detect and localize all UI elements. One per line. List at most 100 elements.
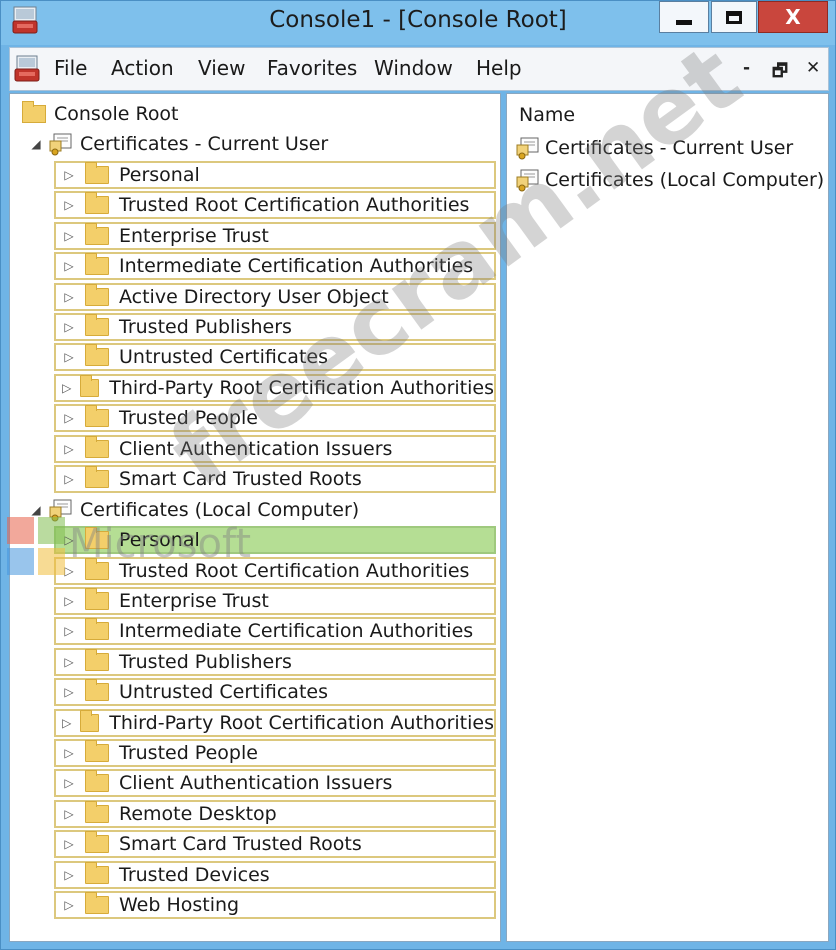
expand-arrow-icon[interactable]: ▷: [59, 716, 74, 730]
expand-arrow-icon[interactable]: ▷: [59, 594, 79, 608]
folder-icon: [85, 649, 109, 671]
menu-view[interactable]: View: [198, 56, 245, 80]
tree-node-lc-intermediate[interactable]: ▷ Intermediate Certification Authorities: [54, 617, 496, 645]
expand-arrow-icon[interactable]: ▷: [59, 168, 79, 182]
expand-arrow-icon[interactable]: ▷: [59, 320, 79, 334]
maximize-icon: [726, 10, 742, 24]
console-tree-pane[interactable]: Console Root ◢ Certificates - Current Us…: [9, 93, 501, 942]
folder-icon: [80, 710, 100, 732]
tree-node-lc-third-party-root[interactable]: ▷ Third-Party Root Certification Authorit…: [54, 709, 496, 737]
close-icon: X: [785, 5, 801, 29]
mdi-close-button[interactable]: ✕: [806, 58, 820, 78]
folder-icon: [85, 436, 109, 458]
folder-icon: [85, 618, 109, 640]
expand-arrow-icon[interactable]: ▷: [59, 807, 79, 821]
menu-file[interactable]: File: [54, 56, 87, 80]
expand-arrow-icon[interactable]: ▷: [59, 776, 79, 790]
tree-node-cu-untrusted[interactable]: ▷ Untrusted Certificates: [54, 343, 496, 371]
folder-icon: [85, 314, 109, 336]
expand-arrow-icon[interactable]: ▷: [59, 837, 79, 851]
tree-node-cu-ad-user-object[interactable]: ▷ Active Directory User Object: [54, 283, 496, 311]
expand-arrow-icon[interactable]: ▷: [59, 259, 79, 273]
tree-node-cu-third-party-root[interactable]: ▷ Third-Party Root Certification Authorit…: [54, 374, 496, 402]
tree-node-lc-enterprise-trust[interactable]: ▷ Enterprise Trust: [54, 587, 496, 615]
expand-arrow-icon[interactable]: ▷: [59, 198, 79, 212]
mdi-minimize-button[interactable]: -: [743, 58, 750, 78]
tree-node-label: Web Hosting: [119, 894, 240, 916]
expand-arrow-icon[interactable]: ▷: [59, 624, 79, 638]
mdi-restore-button[interactable]: 🗗: [772, 58, 788, 87]
folder-icon: [85, 770, 109, 792]
mmc-window: Console1 - [Console Root] X File Action …: [0, 0, 836, 950]
tree-node-label: Trusted Root Certification Authorities: [119, 560, 470, 582]
tree-node-label: Remote Desktop: [119, 803, 277, 825]
tree-node-lc-trusted-publishers[interactable]: ▷ Trusted Publishers: [54, 648, 496, 676]
expand-arrow-icon[interactable]: ◢: [28, 137, 44, 151]
tree-node-lc-personal[interactable]: ▷ Personal: [54, 526, 496, 554]
console-menu-icon[interactable]: [14, 54, 40, 84]
menu-action[interactable]: Action: [111, 56, 174, 80]
tree-node-lc-web-hosting[interactable]: ▷ Web Hosting: [54, 891, 496, 919]
certificate-snapin-icon: [49, 133, 72, 156]
menu-favorites[interactable]: Favorites: [267, 56, 357, 80]
expand-arrow-icon[interactable]: ▷: [59, 533, 79, 547]
tree-node-cu-smart-card-roots[interactable]: ▷ Smart Card Trusted Roots: [54, 465, 496, 493]
menu-bar: File Action View Favorites Window Help -…: [9, 47, 829, 91]
folder-icon: [85, 405, 109, 427]
tree-node-label: Intermediate Certification Authorities: [119, 620, 474, 642]
tree-node-lc-trusted-root[interactable]: ▷ Trusted Root Certification Authorities: [54, 557, 496, 585]
tree-node-cu-trusted-root[interactable]: ▷ Trusted Root Certification Authorities: [54, 191, 496, 219]
folder-icon: [85, 740, 109, 762]
expand-arrow-icon[interactable]: ▷: [59, 411, 79, 425]
tree-node-lc-client-auth-issuers[interactable]: ▷ Client Authentication Issuers: [54, 769, 496, 797]
expand-arrow-icon[interactable]: ▷: [59, 898, 79, 912]
expand-arrow-icon[interactable]: ▷: [59, 350, 79, 364]
tree-node-console-root[interactable]: Console Root: [16, 100, 179, 128]
tree-node-label: Personal: [119, 164, 200, 186]
expand-arrow-icon[interactable]: ▷: [59, 655, 79, 669]
details-pane[interactable]: Name Certificates - Current User Certifi…: [506, 93, 829, 942]
expand-arrow-icon[interactable]: ▷: [59, 229, 79, 243]
maximize-button[interactable]: [711, 1, 757, 33]
tree-node-lc-smart-card-roots[interactable]: ▷ Smart Card Trusted Roots: [54, 830, 496, 858]
tree-node-lc-untrusted[interactable]: ▷ Untrusted Certificates: [54, 678, 496, 706]
tree-node-lc-trusted-people[interactable]: ▷ Trusted People: [54, 739, 496, 767]
folder-icon: [85, 192, 109, 214]
tree-node-certs-local-computer[interactable]: ◢ Certificates (Local Computer): [10, 496, 359, 524]
expand-arrow-icon[interactable]: ◢: [28, 503, 44, 517]
expand-arrow-icon[interactable]: ▷: [59, 381, 74, 395]
menu-help[interactable]: Help: [476, 56, 522, 80]
expand-arrow-icon[interactable]: ▷: [59, 746, 79, 760]
tree-node-lc-remote-desktop[interactable]: ▷ Remote Desktop: [54, 800, 496, 828]
tree-node-cu-enterprise-trust[interactable]: ▷ Enterprise Trust: [54, 222, 496, 250]
minimize-icon: [676, 19, 692, 25]
expand-arrow-icon[interactable]: ▷: [59, 472, 79, 486]
tree-node-cu-personal[interactable]: ▷ Personal: [54, 161, 496, 189]
tree-node-cu-trusted-publishers[interactable]: ▷ Trusted Publishers: [54, 313, 496, 341]
expand-arrow-icon[interactable]: ▷: [59, 564, 79, 578]
tree-node-certs-current-user[interactable]: ◢ Certificates - Current User: [10, 130, 328, 158]
column-header-name[interactable]: Name: [519, 104, 575, 126]
folder-icon: [22, 101, 46, 123]
expand-arrow-icon[interactable]: ▷: [59, 290, 79, 304]
tree-node-cu-client-auth-issuers[interactable]: ▷ Client Authentication Issuers: [54, 435, 496, 463]
menu-window[interactable]: Window: [374, 56, 453, 80]
tree-node-cu-intermediate[interactable]: ▷ Intermediate Certification Authorities: [54, 252, 496, 280]
minimize-button[interactable]: [659, 1, 709, 33]
list-item-certs-local-computer[interactable]: Certificates (Local Computer): [515, 166, 824, 194]
folder-icon: [85, 588, 109, 610]
expand-arrow-icon[interactable]: ▷: [59, 868, 79, 882]
folder-icon: [85, 801, 109, 823]
close-button[interactable]: X: [758, 1, 828, 33]
tree-node-label: Smart Card Trusted Roots: [119, 833, 362, 855]
tree-node-label: Trusted People: [119, 407, 258, 429]
tree-node-lc-trusted-devices[interactable]: ▷ Trusted Devices: [54, 861, 496, 889]
list-item-certs-current-user[interactable]: Certificates - Current User: [515, 134, 793, 162]
expand-arrow-icon[interactable]: ▷: [59, 685, 79, 699]
tree-node-cu-trusted-people[interactable]: ▷ Trusted People: [54, 404, 496, 432]
folder-icon: [85, 679, 109, 701]
list-item-label: Certificates - Current User: [545, 137, 794, 159]
title-bar[interactable]: Console1 - [Console Root] X: [1, 1, 835, 45]
tree-node-label: Client Authentication Issuers: [119, 772, 393, 794]
expand-arrow-icon[interactable]: ▷: [59, 442, 79, 456]
